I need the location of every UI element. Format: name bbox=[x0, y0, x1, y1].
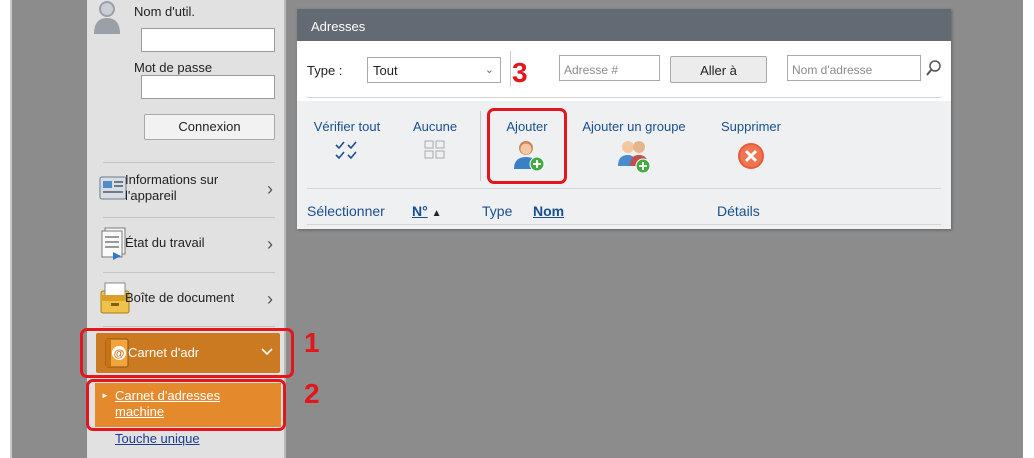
sidebar-item-device-info[interactable]: Informations sur l'appareil › bbox=[95, 166, 281, 212]
filter-row-divider bbox=[307, 97, 941, 98]
step-number-1: 1 bbox=[304, 327, 320, 358]
column-header-number[interactable]: N° ▲ bbox=[412, 203, 442, 219]
delete-label: Supprimer bbox=[721, 119, 781, 134]
address-number-input[interactable]: Adresse # bbox=[559, 55, 660, 81]
job-status-label: État du travail bbox=[125, 235, 205, 250]
toolbar-divider bbox=[480, 111, 481, 181]
check-all-button[interactable]: Vérifier tout bbox=[307, 119, 387, 160]
header-bottom-divider bbox=[307, 224, 941, 225]
highlight-box-step2 bbox=[86, 379, 286, 431]
filter-row: Type : Tout ⌄ 3 Adresse # Aller à Nom d'… bbox=[297, 41, 951, 101]
empty-checkboxes-icon bbox=[423, 140, 447, 160]
address-name-placeholder: Nom d'adresse bbox=[792, 63, 873, 77]
checkmarks-icon bbox=[334, 140, 360, 160]
sidebar-subitem-one-touch[interactable]: Touche unique bbox=[115, 431, 200, 446]
sidebar-divider bbox=[103, 217, 275, 218]
toolbar-bottom-divider bbox=[307, 188, 941, 189]
panel-header: Adresses bbox=[297, 9, 951, 41]
document-box-label: Boîte de document bbox=[125, 290, 235, 305]
delete-button[interactable]: Supprimer bbox=[711, 119, 791, 169]
column-header-type: Type bbox=[482, 203, 513, 219]
screen: Nom d'util. Mot de passe Connexion Infor… bbox=[0, 0, 1034, 458]
sort-ascending-icon: ▲ bbox=[431, 208, 442, 219]
add-group-button[interactable]: Ajouter un groupe bbox=[569, 119, 699, 174]
step-number-3: 3 bbox=[512, 57, 528, 88]
add-group-label: Ajouter un groupe bbox=[582, 119, 686, 134]
highlight-box-step1 bbox=[80, 328, 294, 378]
column-header-details: Détails bbox=[717, 203, 760, 219]
type-select[interactable]: Tout ⌄ bbox=[367, 57, 501, 83]
column-header-number-label: N° bbox=[412, 203, 428, 219]
addresses-panel: Adresses Type : Tout ⌄ 3 Adresse # Aller… bbox=[297, 9, 951, 229]
sidebar-item-document-box[interactable]: Boîte de document › bbox=[95, 276, 281, 322]
type-label: Type : bbox=[307, 63, 343, 78]
vertical-divider bbox=[510, 51, 511, 87]
highlight-box-step3 bbox=[487, 108, 567, 184]
device-info-label-line1: Informations sur bbox=[125, 172, 219, 187]
delete-icon bbox=[736, 141, 766, 171]
login-button[interactable]: Connexion bbox=[144, 114, 275, 140]
add-group-icon bbox=[616, 138, 652, 174]
action-toolbar: Vérifier tout Aucune Ajouter Ajouter un … bbox=[297, 101, 951, 229]
select-none-button[interactable]: Aucune bbox=[405, 119, 465, 159]
chevron-right-icon: › bbox=[267, 289, 273, 309]
column-header-name[interactable]: Nom bbox=[533, 203, 564, 219]
address-name-input[interactable]: Nom d'adresse bbox=[787, 55, 921, 81]
sidebar-divider bbox=[103, 272, 275, 273]
column-header-select: Sélectionner bbox=[307, 203, 385, 219]
select-none-label: Aucune bbox=[412, 119, 458, 134]
chevron-right-icon: › bbox=[267, 234, 273, 254]
password-field[interactable] bbox=[141, 75, 275, 99]
device-info-label-line2: l'appareil bbox=[125, 188, 177, 203]
type-select-value: Tout bbox=[373, 63, 398, 78]
left-border bbox=[10, 0, 12, 458]
username-field[interactable] bbox=[141, 28, 275, 52]
check-all-label: Vérifier tout bbox=[313, 119, 381, 134]
sidebar-divider bbox=[103, 326, 275, 327]
password-label: Mot de passe bbox=[134, 60, 213, 75]
address-number-placeholder: Adresse # bbox=[564, 63, 619, 77]
sidebar-item-job-status[interactable]: État du travail › bbox=[95, 221, 281, 267]
user-avatar-icon bbox=[92, 0, 122, 34]
username-label: Nom d'util. bbox=[134, 4, 196, 19]
panel-title: Adresses bbox=[311, 19, 366, 34]
search-icon[interactable] bbox=[925, 59, 943, 77]
sidebar-divider bbox=[103, 162, 275, 163]
step-number-2: 2 bbox=[304, 378, 320, 409]
right-margin bbox=[1023, 0, 1034, 458]
chevron-right-icon: › bbox=[267, 179, 273, 199]
goto-button[interactable]: Aller à bbox=[670, 56, 767, 83]
chevron-down-icon: ⌄ bbox=[484, 64, 494, 76]
